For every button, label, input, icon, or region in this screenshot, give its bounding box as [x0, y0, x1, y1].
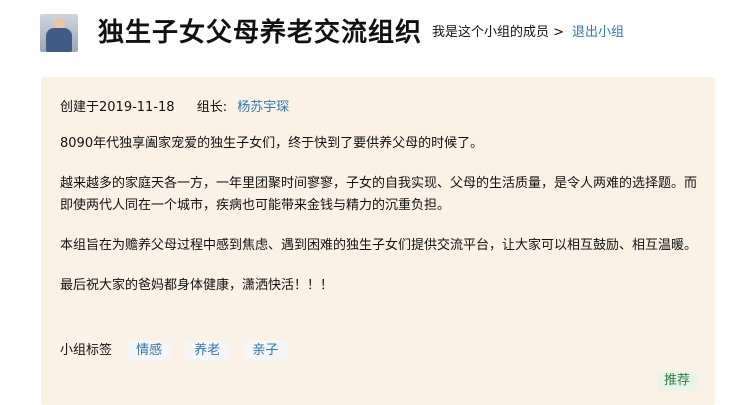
tag-parent-child[interactable]: 亲子: [243, 340, 288, 362]
tag-elderly-care[interactable]: 养老: [185, 340, 230, 362]
description-paragraph: 8090年代独享阖家宠爱的独生子女们，终于快到了要供养父母的时候了。: [60, 136, 484, 151]
leader-label: 组长:: [196, 100, 228, 115]
description-paragraph: 最后祝大家的爸妈都身体健康，潇洒快活！！！: [60, 278, 334, 293]
group-header: 独生子女父母养老交流组织 我是这个小组的成员 > 退出小组: [0, 0, 731, 62]
recommend-button[interactable]: 推荐: [656, 371, 697, 391]
tag-emotion[interactable]: 情感: [127, 340, 172, 362]
group-description: 8090年代独享阖家宠爱的独生子女们，终于快到了要供养父母的时候了。 越来越多的…: [60, 133, 700, 315]
group-avatar[interactable]: [40, 14, 78, 52]
group-info-panel: 创建于2019-11-18 组长: 杨苏宇琛 8090年代独享阖家宠爱的独生子女…: [41, 77, 715, 405]
group-meta: 创建于2019-11-18 组长: 杨苏宇琛: [60, 99, 289, 117]
created-date: 创建于2019-11-18: [60, 100, 175, 115]
quit-group-link[interactable]: 退出小组: [572, 24, 624, 42]
avatar-shirt-shape: [46, 28, 72, 52]
member-status-link[interactable]: 我是这个小组的成员 >: [432, 24, 564, 42]
tags-label: 小组标签: [60, 343, 113, 358]
group-tags: 小组标签 情感 养老 亲子: [60, 339, 296, 362]
leader-name-link[interactable]: 杨苏宇琛: [237, 100, 289, 115]
group-title: 独生子女父母养老交流组织: [98, 18, 423, 48]
description-paragraph: 越来越多的家庭天各一方，一年里团聚时间寥寥，子女的自我实现、父母的生活质量，是令…: [60, 176, 698, 213]
description-paragraph: 本组旨在为赡养父母过程中感到焦虑、遇到困难的独生子女们提供交流平台，让大家可以相…: [60, 238, 698, 253]
